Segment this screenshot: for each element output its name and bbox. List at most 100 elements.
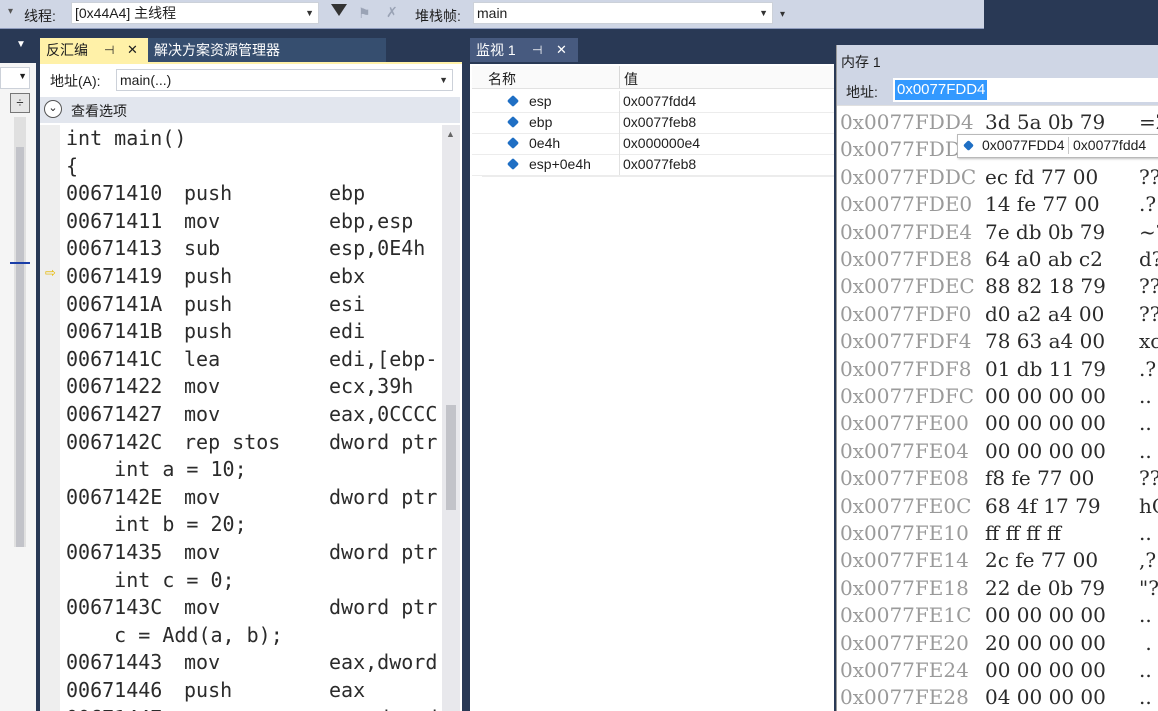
watch-name[interactable]: esp [529, 93, 552, 109]
watch-value[interactable]: 0x0077feb8 [623, 114, 696, 130]
toolbar-overflow-icon[interactable]: ▾ [8, 6, 13, 17]
source-line-text: c = Add(a, b); [66, 622, 283, 647]
memory-row-bytes[interactable]: 78 63 a4 00 [985, 328, 1105, 355]
memory-row-address: 0x0077FDE8 [840, 247, 973, 271]
memory-row-bytes[interactable]: 14 fe 77 00 [985, 191, 1100, 218]
collapsed-panel-combo[interactable]: ▼ [0, 67, 30, 89]
split-view-icon[interactable]: ÷ [10, 93, 30, 113]
watch-row[interactable]: esp 0x0077fdd4 [472, 91, 834, 113]
pin-icon[interactable]: ⊣ [104, 38, 114, 62]
memory-row-bytes[interactable]: 00 00 00 00 [985, 602, 1106, 629]
memory-row-bytes[interactable]: 20 00 00 00 [985, 630, 1106, 657]
memory-row-bytes[interactable]: 3d 5a 0b 79 [985, 109, 1105, 136]
watch-value[interactable]: 0x000000e4 [623, 135, 700, 151]
memory-address-input[interactable]: 0x0077FDD4 [893, 78, 1158, 102]
stackframe-select-value: main [477, 5, 508, 21]
memory-row-ascii: .. [1139, 411, 1152, 436]
stackframe-label: 堆栈帧: [415, 8, 461, 24]
source-line-text: int main() [66, 126, 187, 150]
tab-disassembly[interactable]: 反汇编 ⊣ ✕ [40, 38, 148, 62]
memory-row-bytes[interactable]: 01 db 11 79 [985, 356, 1106, 383]
scrollbar-thumb[interactable] [446, 405, 456, 510]
column-header-value[interactable]: 值 [624, 69, 638, 89]
code-line[interactable]: int a = 10; [66, 456, 246, 483]
memory-row-bytes[interactable]: 00 00 00 00 [985, 410, 1106, 437]
filter-thread-icon[interactable]: ⚑ [358, 5, 371, 22]
pin-icon[interactable]: ⊣ [532, 38, 542, 62]
watch-name[interactable]: ebp [529, 114, 552, 130]
memory-row-ascii: .? [1139, 192, 1157, 217]
debug-location-toolbar: ▾ 线程: [0x44A4] 主线程 ▼ ⚑ ✗ 堆栈帧: main ▼ ▾ [0, 0, 984, 29]
tab-watch-1[interactable]: 监视 1 ⊣ ✕ [470, 38, 578, 62]
memory-datatip[interactable]: 0x0077FDD4 0x0077fdd4 [957, 134, 1158, 158]
clear-filter-icon[interactable]: ✗ [386, 4, 398, 21]
watch-row[interactable]: 0e4h 0x000000e4 [472, 133, 834, 155]
memory-row-address: 0x0077FDD8 [840, 137, 974, 162]
watch-name[interactable]: 0e4h [529, 135, 560, 151]
memory-row-bytes[interactable]: 68 4f 17 79 [985, 493, 1101, 520]
column-divider[interactable] [619, 66, 620, 88]
thread-select[interactable]: [0x44A4] 主线程 ▼ [71, 2, 319, 24]
address-input[interactable]: main(...) ▼ [116, 69, 453, 91]
scrollbar-thumb[interactable] [16, 147, 24, 547]
memory-row-bytes[interactable]: 2c fe 77 00 [985, 547, 1098, 574]
memory-row-ascii: xc [1139, 329, 1158, 354]
watch-add-item-row[interactable] [482, 176, 834, 197]
column-header-name[interactable]: 名称 [488, 69, 516, 89]
view-options-toggle[interactable]: ⌄ 查看选项 [40, 97, 460, 123]
code-lines[interactable]: int main() {00671410 push ebp 00671411 mov ebp… [66, 125, 438, 711]
memory-rows[interactable]: 0x0077FDD43d 5a 0b 79=Z0x0077FDD80x0077F… [837, 109, 1158, 709]
watch-row[interactable]: ebp 0x0077feb8 [472, 112, 834, 134]
code-line[interactable]: int b = 20; [66, 511, 246, 538]
watch-name[interactable]: esp+0e4h [529, 156, 591, 172]
tab-solution-explorer[interactable]: 解决方案资源管理器 [148, 38, 386, 62]
memory-row-bytes[interactable]: 00 00 00 00 [985, 438, 1106, 465]
source-line-text: { [66, 153, 79, 178]
memory-row-ascii: ,? [1139, 548, 1157, 573]
chevron-down-icon: ▼ [305, 8, 314, 18]
datatip-value[interactable]: 0x0077fdd4 [1073, 137, 1146, 153]
watch-header: 名称 值 [472, 66, 834, 89]
instruction-operands: dword ptr [329, 540, 438, 564]
vertical-scrollbar[interactable]: ▲ [442, 125, 460, 711]
memory-row-bytes[interactable]: f8 fe 77 00 [985, 465, 1094, 492]
code-line[interactable]: c = Add(a, b); [66, 622, 283, 649]
memory-row-bytes[interactable]: ff ff ff ff [985, 520, 1061, 547]
memory-row-address: 0x0077FE00 [840, 411, 969, 436]
memory-row-bytes[interactable]: 00 00 00 00 [985, 383, 1106, 410]
watch-row[interactable]: esp+0e4h 0x0077feb8 [472, 154, 834, 176]
memory-row-address: 0x0077FDE4 [840, 219, 973, 244]
memory-row-ascii: . [1139, 630, 1152, 655]
close-icon[interactable]: ✕ [556, 38, 567, 62]
breakpoint-margin[interactable] [40, 125, 60, 711]
code-line[interactable]: { [66, 153, 78, 180]
memory-row-bytes[interactable]: 04 00 00 00 [985, 684, 1106, 709]
watch-value[interactable]: 0x0077feb8 [623, 156, 696, 172]
memory-row-ascii: .. [1139, 521, 1152, 545]
instruction-mnemonic: push [184, 181, 233, 206]
memory-row-bytes[interactable]: 64 a0 ab c2 [985, 246, 1103, 273]
instruction-address: 00671446 [66, 678, 163, 702]
chevron-down-icon[interactable]: ▼ [16, 39, 26, 50]
collapsed-side-panel: ▼ ▼ ÷ [0, 29, 36, 711]
memory-row-bytes[interactable]: 88 82 18 79 [985, 273, 1106, 300]
memory-row-bytes[interactable]: ec fd 77 00 [985, 164, 1098, 191]
instruction-address: 00671413 [66, 236, 163, 261]
toolbar-options-icon[interactable]: ▾ [780, 9, 785, 20]
vertical-scrollbar[interactable] [14, 117, 26, 547]
memory-row-bytes[interactable]: 00 00 00 00 [985, 657, 1106, 684]
scroll-up-icon[interactable]: ▲ [446, 129, 455, 139]
filter-icon[interactable] [331, 4, 347, 16]
instruction-mnemonic: mov [184, 484, 221, 509]
disassembly-code-area[interactable]: ⇨ int main() {00671410 push ebp 00671411 mov e… [40, 125, 462, 711]
code-line[interactable]: int main() [66, 125, 186, 152]
code-line[interactable]: int c = 0; [66, 567, 234, 594]
memory-row-bytes[interactable]: d0 a2 a4 00 [985, 301, 1104, 328]
close-icon[interactable]: ✕ [127, 38, 138, 62]
watch-value[interactable]: 0x0077fdd4 [623, 93, 696, 109]
memory-row-bytes[interactable]: 7e db 0b 79 [985, 219, 1105, 246]
stackframe-select[interactable]: main ▼ [473, 2, 773, 24]
chevron-down-icon[interactable]: ⌄ [44, 100, 62, 118]
memory-row-bytes[interactable]: 22 de 0b 79 [985, 575, 1105, 602]
instruction-address: 00671447 [66, 705, 162, 711]
